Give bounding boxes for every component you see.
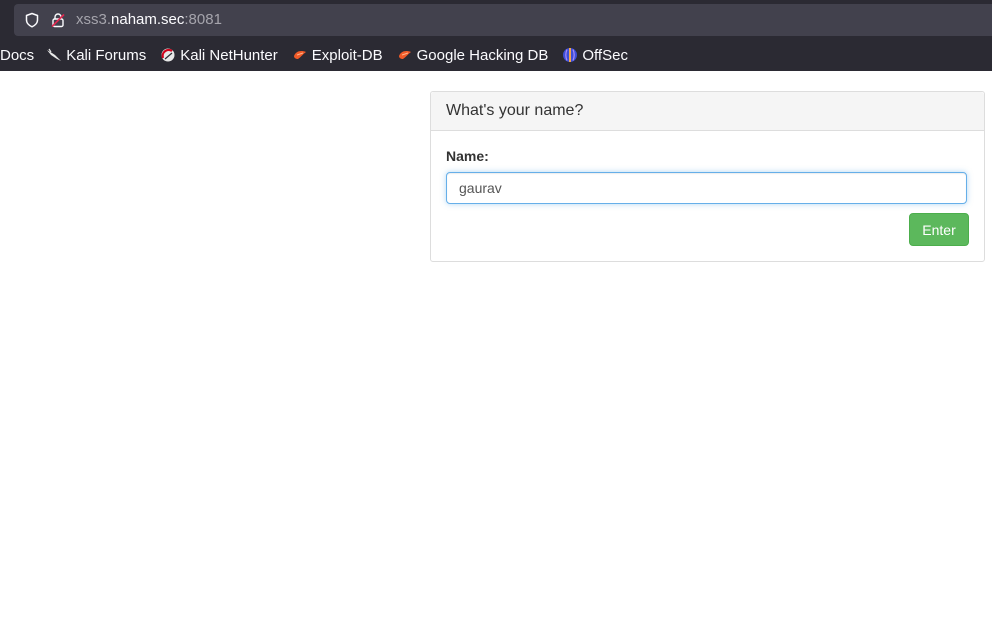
bookmark-label: Google Hacking DB [416,46,549,64]
bookmark-label: Exploit-DB [311,46,383,64]
insecure-lock-icon[interactable] [50,12,66,28]
url-text[interactable]: xss3.naham.sec:8081 [76,11,222,29]
panel-heading: What's your name? [431,92,984,131]
name-form-panel: What's your name? Name: Enter [430,91,985,262]
bookmark-label: Docs [0,46,35,64]
offsec-icon [563,48,578,62]
bookmark-label: OffSec [582,46,628,64]
bookmarks-toolbar: Docs Kali Forums Kali NetHunter Exploit-… [0,42,992,68]
bookmark-label: Kali Forums [66,46,147,64]
kali-dragon-icon [47,48,62,61]
ghdb-icon [398,51,411,59]
exploit-db-icon [293,51,306,59]
enter-button[interactable]: Enter [909,213,969,246]
url-host: naham.sec [111,11,185,28]
url-port: :8081 [184,11,222,28]
bookmark-kali-nethunter[interactable]: Kali NetHunter [160,47,278,64]
bookmark-docs[interactable]: Docs [0,47,34,64]
bookmark-exploit-db[interactable]: Exploit-DB [292,47,383,64]
bookmark-kali-forums[interactable]: Kali Forums [46,47,146,64]
name-label: Name: [446,148,489,164]
browser-toolbar: xss3.naham.sec:8081 Docs Kali Forums Kal… [0,0,992,71]
name-input[interactable] [446,172,967,204]
bookmark-label: Kali NetHunter [180,46,278,64]
address-bar[interactable]: xss3.naham.sec:8081 [14,4,992,36]
tracking-protection-shield-icon[interactable] [24,12,40,28]
nethunter-icon [161,48,175,62]
bookmark-google-hacking-db[interactable]: Google Hacking DB [397,46,549,64]
bookmark-offsec[interactable]: OffSec [562,47,628,64]
url-subdomain: xss3. [76,11,112,28]
